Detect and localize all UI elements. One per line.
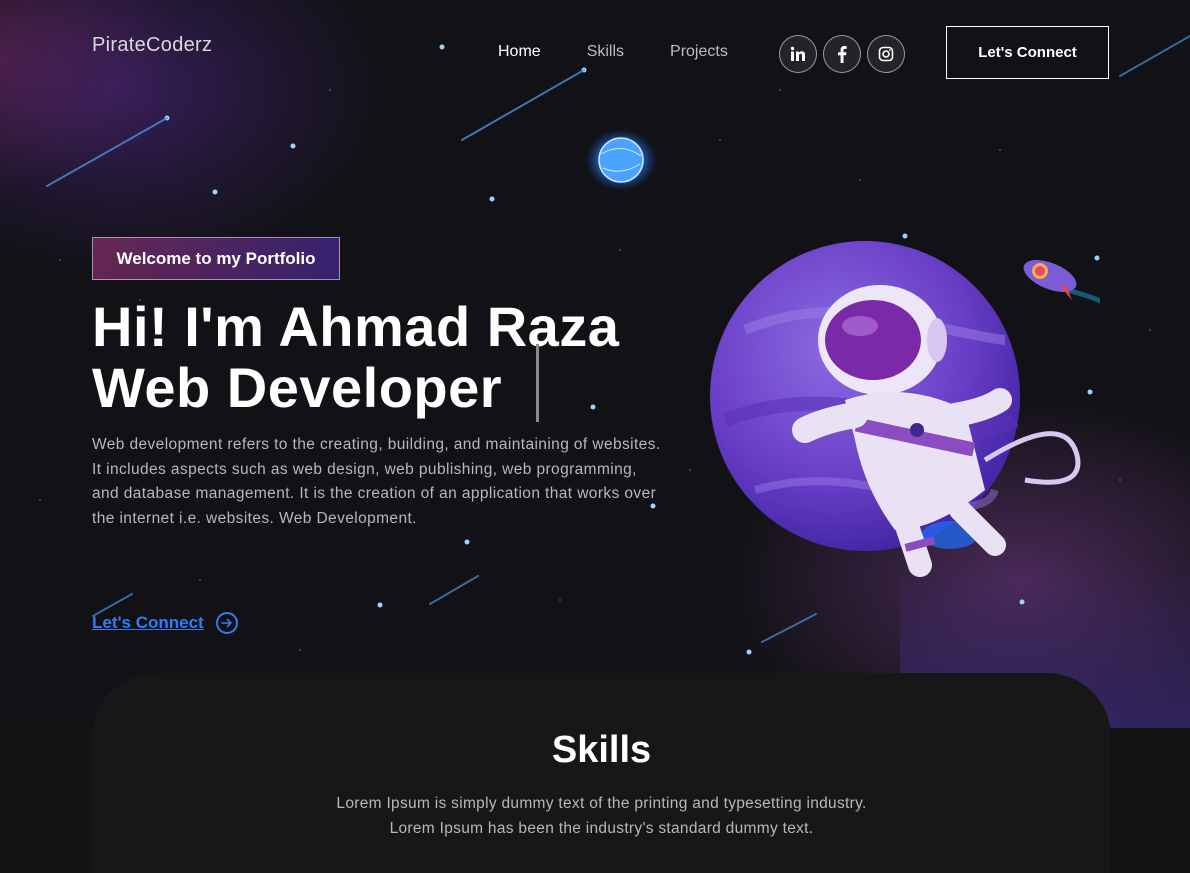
skills-description: Lorem Ipsum is simply dummy text of the … [92,791,1111,841]
nav-link-home[interactable]: Home [498,43,541,61]
skills-text-line-1: Lorem Ipsum is simply dummy text of the … [336,795,867,812]
skills-text-line-2: Lorem Ipsum has been the industry's stan… [389,820,814,837]
headline-line-2: Web Developer [92,356,503,419]
main-nav: Home Skills Projects [498,43,728,61]
welcome-tagline: Welcome to my Portfolio [92,237,340,280]
linkedin-icon[interactable] [779,35,817,73]
connect-button[interactable]: Let's Connect [946,26,1109,79]
cta-label: Let's Connect [92,613,204,632]
site-logo[interactable]: PirateCoderz [92,34,212,57]
nav-link-projects[interactable]: Projects [670,43,728,61]
hero-description: Web development refers to the creating, … [92,436,661,527]
skills-title: Skills [551,729,652,771]
nav-link-skills[interactable]: Skills [587,43,624,61]
facebook-icon[interactable] [823,35,861,73]
glowing-planet-icon [585,129,657,191]
lets-connect-link[interactable]: Let's Connect [92,612,238,634]
instagram-icon[interactable] [867,35,905,73]
skills-section: Skills Lorem Ipsum is simply dummy text … [92,673,1111,873]
typing-caret [536,344,539,422]
social-icons [779,35,905,73]
arrow-right-circle-icon [215,612,238,634]
headline-line-1: Hi! I'm Ahmad Raza [92,295,620,358]
hero-headline: Hi! I'm Ahmad Raza Web Developer [92,295,620,422]
banner-section: PirateCoderz Home Skills Projects Let's … [0,0,1190,728]
rocket-icon [1023,260,1100,304]
